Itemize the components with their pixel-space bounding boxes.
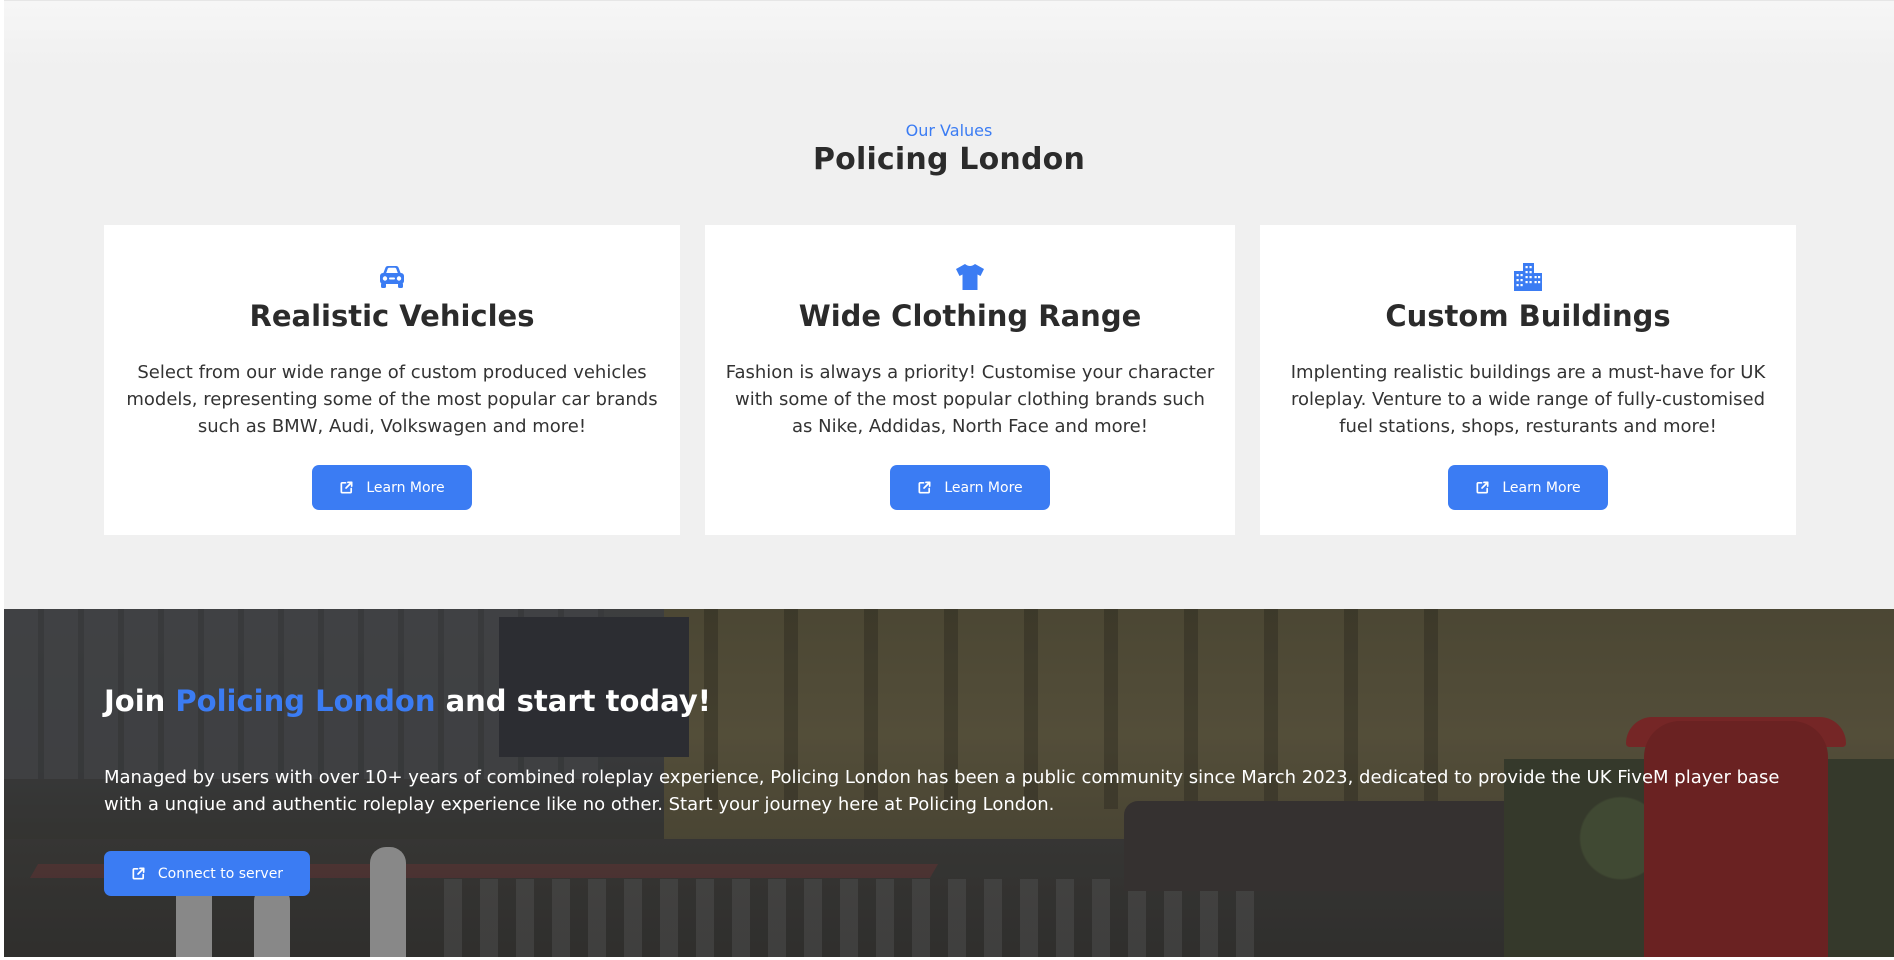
card-title: Realistic Vehicles [249, 299, 535, 333]
join-title-accent: Policing London [175, 684, 436, 718]
card-title: Custom Buildings [1385, 299, 1671, 333]
buildings-icon [1510, 259, 1546, 295]
value-card-vehicles: Realistic Vehicles Select from our wide … [104, 225, 680, 535]
learn-more-button-vehicles[interactable]: Learn More [312, 465, 472, 510]
button-label: Connect to server [157, 865, 284, 882]
join-description: Managed by users with over 10+ years of … [104, 767, 1780, 815]
value-card-buildings: Custom Buildings Implenting realistic bu… [1260, 225, 1796, 535]
join-title: Join Policing London and start today! [104, 684, 711, 718]
button-label: Learn More [944, 479, 1023, 496]
external-link-icon [1475, 480, 1490, 495]
external-link-icon [131, 866, 146, 881]
section-title: Policing London [812, 142, 1086, 177]
values-section: Our Values Policing London Realistic Veh… [4, 0, 1894, 609]
section-eyebrow: Our Values [905, 121, 993, 140]
card-description: Implenting realistic buildings are a mus… [1290, 362, 1766, 437]
join-section: Join Policing London and start today! Ma… [4, 609, 1894, 957]
card-description: Select from our wide range of custom pro… [126, 362, 658, 437]
button-label: Learn More [1502, 479, 1581, 496]
top-band [4, 1, 1894, 69]
external-link-icon [917, 480, 932, 495]
learn-more-button-clothing[interactable]: Learn More [890, 465, 1050, 510]
tshirt-icon [952, 259, 988, 295]
card-description: Fashion is always a priority! Customise … [725, 362, 1215, 437]
external-link-icon [339, 480, 354, 495]
button-label: Learn More [366, 479, 445, 496]
learn-more-button-buildings[interactable]: Learn More [1448, 465, 1608, 510]
join-title-prefix: Join [104, 684, 176, 718]
join-title-suffix: and start today! [435, 684, 711, 718]
page: Our Values Policing London Realistic Veh… [4, 0, 1894, 960]
car-icon [374, 259, 410, 295]
card-title: Wide Clothing Range [798, 299, 1142, 333]
value-card-clothing: Wide Clothing Range Fashion is always a … [705, 225, 1235, 535]
connect-to-server-button[interactable]: Connect to server [104, 851, 310, 896]
